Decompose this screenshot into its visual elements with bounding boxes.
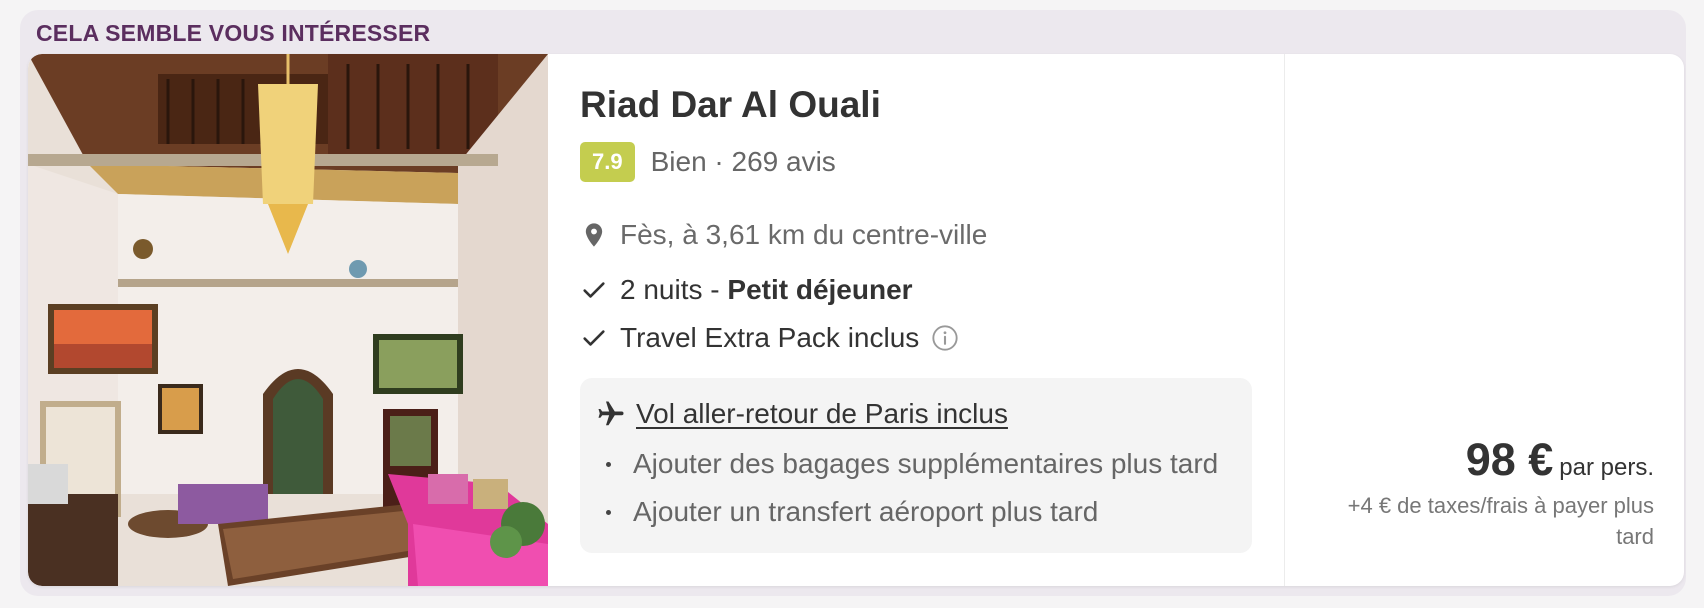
bullet-dot <box>606 509 611 515</box>
stay-duration: 2 nuits - <box>620 274 728 305</box>
hotel-photo[interactable] <box>28 54 548 586</box>
stay-row: 2 nuits - Petit déjeuner <box>580 274 913 306</box>
check-icon <box>580 276 608 304</box>
price-amount: 98 € <box>1465 434 1554 485</box>
flight-box: Vol aller-retour de Paris inclus Ajouter… <box>580 378 1252 553</box>
hotel-card[interactable]: Riad Dar Al Ouali 7.9 Bien · 269 avis Fè… <box>28 54 1684 586</box>
hotel-details: Riad Dar Al Ouali 7.9 Bien · 269 avis Fè… <box>580 54 1290 586</box>
board-type: Petit déjeuner <box>727 274 913 305</box>
flight-option-text: Ajouter un transfert aéroport plus tard <box>633 496 1099 527</box>
location-text: Fès, à 3,61 km du centre-ville <box>620 219 988 250</box>
rating-text: Bien · 269 avis <box>650 146 836 177</box>
info-icon[interactable] <box>931 324 959 352</box>
flight-heading[interactable]: Vol aller-retour de Paris inclus <box>596 398 1008 430</box>
price-column: 98 € par pers. +4 € de taxes/frais à pay… <box>1285 54 1684 586</box>
price-note: +4 € de taxes/frais à payer plus tard <box>1347 493 1654 549</box>
location-pin-icon <box>580 221 608 249</box>
airplane-icon <box>596 399 626 429</box>
score-badge: 7.9 <box>580 142 635 182</box>
hotel-name[interactable]: Riad Dar Al Ouali <box>580 84 881 126</box>
flight-link[interactable]: Vol aller-retour de Paris inclus <box>636 398 1008 430</box>
check-icon <box>580 324 608 352</box>
flight-option: Ajouter un transfert aéroport plus tard <box>606 496 1098 528</box>
section-title: CELA SEMBLE VOUS INTÉRESSER <box>36 20 431 46</box>
bullet-dot <box>606 461 611 467</box>
extra-pack-text: Travel Extra Pack inclus <box>620 322 920 353</box>
price-line: 98 € par pers. <box>1466 434 1654 486</box>
flight-option: Ajouter des bagages supplémentaires plus… <box>606 448 1218 480</box>
extra-pack-row: Travel Extra Pack inclus <box>580 322 959 354</box>
price-unit: par pers. <box>1559 454 1654 481</box>
recommendation-section: CELA SEMBLE VOUS INTÉRESSER Riad Dar Al … <box>20 10 1686 596</box>
rating-row: 7.9 Bien · 269 avis <box>580 142 836 182</box>
location-row: Fès, à 3,61 km du centre-ville <box>580 219 987 251</box>
flight-option-text: Ajouter des bagages supplémentaires plus… <box>633 448 1219 479</box>
